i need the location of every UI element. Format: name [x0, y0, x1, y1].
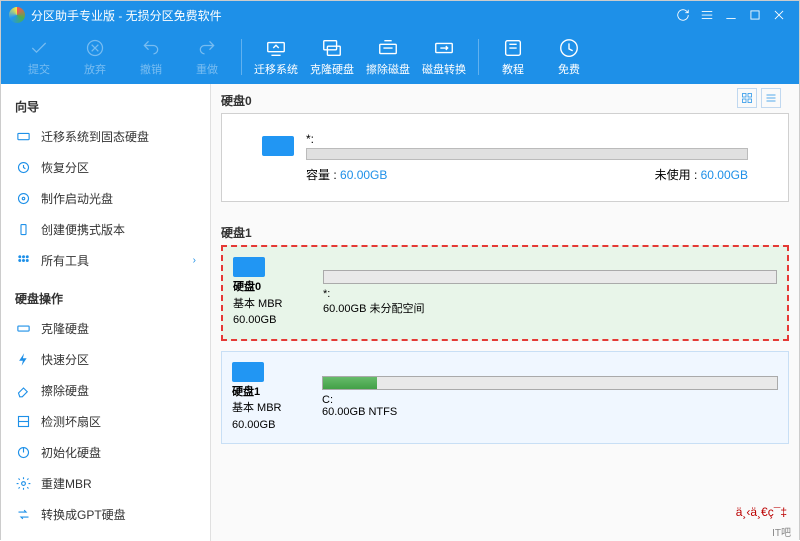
capacity-value: 60.00GB — [340, 168, 387, 182]
submit-button[interactable]: 提交 — [11, 33, 67, 81]
wipe-disk-button[interactable]: 擦除磁盘 — [360, 33, 416, 81]
grid-icon — [15, 253, 31, 269]
tutorial-button[interactable]: 教程 — [485, 33, 541, 81]
undo-button[interactable]: 撤销 — [123, 33, 179, 81]
main-panel: 硬盘0 *: 容量 : 60.00GB 未使用 : 60.00GB 硬盘1 硬盘… — [211, 84, 799, 541]
sidebar-rebuild-mbr[interactable]: 重建MBR — [1, 468, 210, 499]
sidebar-init-disk[interactable]: 初始化硬盘 — [1, 437, 210, 468]
partition-bar[interactable] — [323, 270, 777, 284]
clone-disk-button[interactable]: 克隆硬盘 — [304, 33, 360, 81]
gear-icon — [15, 476, 31, 492]
footer-garbled-text: ä¸‹ä¸€ç¯‡ — [736, 505, 787, 519]
view-grid-icon[interactable] — [737, 88, 757, 108]
sidebar: 向导 迁移系统到固态硬盘 恢复分区 制作启动光盘 创建便携式版本 所有工具› 硬… — [1, 84, 211, 541]
free-label: 未使用 : — [655, 168, 698, 182]
free-button[interactable]: 免费 — [541, 33, 597, 81]
sidebar-ops-heading: 硬盘操作 — [1, 284, 210, 313]
disk-card[interactable]: 硬盘1基本 MBR60.00GB C:60.00GB NTFS — [221, 351, 789, 445]
recover-icon — [15, 160, 31, 176]
sidebar-check-badsector[interactable]: 检测坏扇区 — [1, 406, 210, 437]
summary-drive-letter: *: — [306, 132, 748, 146]
bolt-icon — [15, 352, 31, 368]
sidebar-quick-partition[interactable]: 快速分区 — [1, 344, 210, 375]
partition-label: *: — [323, 288, 330, 300]
disk0-heading: 硬盘0 — [221, 88, 789, 113]
disk-type: 基本 MBR — [232, 400, 282, 417]
sidebar-convert-gpt[interactable]: 转换成GPT硬盘 — [1, 499, 210, 530]
view-list-icon[interactable] — [761, 88, 781, 108]
power-icon — [15, 445, 31, 461]
sidebar-portable[interactable]: 创建便携式版本 — [1, 214, 210, 245]
partition-bar[interactable] — [322, 376, 778, 390]
partition-desc: 60.00GB NTFS — [322, 406, 778, 418]
migrate-system-button[interactable]: 迁移系统 — [248, 33, 304, 81]
disk-size: 60.00GB — [233, 312, 276, 329]
disk-type: 基本 MBR — [233, 296, 283, 313]
chevron-right-icon: › — [193, 255, 196, 266]
disk0-summary: *: 容量 : 60.00GB 未使用 : 60.00GB — [221, 113, 789, 202]
convert-icon — [15, 507, 31, 523]
menu-icon[interactable] — [695, 5, 719, 25]
sidebar-wizard-heading: 向导 — [1, 92, 210, 121]
maximize-icon[interactable] — [743, 5, 767, 25]
disc-icon — [15, 191, 31, 207]
drive-icon — [232, 362, 264, 382]
disk-convert-button[interactable]: 磁盘转换 — [416, 33, 472, 81]
redo-button[interactable]: 重做 — [179, 33, 235, 81]
partition-label: C: — [322, 394, 333, 406]
sidebar-make-bootdisc[interactable]: 制作启动光盘 — [1, 183, 210, 214]
drive-icon — [233, 257, 265, 277]
disk-name: 硬盘1 — [232, 384, 260, 401]
usb-icon — [15, 222, 31, 238]
app-logo-icon — [9, 7, 25, 23]
disk-name: 硬盘0 — [233, 279, 261, 296]
sidebar-clone-disk[interactable]: 克隆硬盘 — [1, 313, 210, 344]
sidebar-recover-partition[interactable]: 恢复分区 — [1, 152, 210, 183]
sidebar-migrate-ssd[interactable]: 迁移系统到固态硬盘 — [1, 121, 210, 152]
usage-bar — [306, 148, 748, 160]
minimize-icon[interactable] — [719, 5, 743, 25]
free-value: 60.00GB — [701, 168, 748, 182]
refresh-icon[interactable] — [671, 5, 695, 25]
disk-size: 60.00GB — [232, 417, 275, 434]
disk-card[interactable]: 硬盘0基本 MBR60.00GB *:60.00GB 未分配空间 — [221, 245, 789, 341]
sidebar-all-tools[interactable]: 所有工具› — [1, 245, 210, 276]
eraser-icon — [15, 383, 31, 399]
drive-icon — [262, 136, 294, 156]
title-bar: 分区助手专业版 - 无损分区免费软件 — [1, 1, 799, 29]
toolbar: 提交 放弃 撤销 重做 迁移系统 克隆硬盘 擦除磁盘 磁盘转换 教程 免费 — [1, 29, 799, 84]
scan-icon — [15, 414, 31, 430]
drive-icon — [15, 321, 31, 337]
ssd-icon — [15, 129, 31, 145]
app-title: 分区助手专业版 - 无损分区免费软件 — [31, 7, 222, 24]
disk1-heading: 硬盘1 — [221, 220, 789, 245]
close-icon[interactable] — [767, 5, 791, 25]
discard-button[interactable]: 放弃 — [67, 33, 123, 81]
capacity-label: 容量 : — [306, 168, 337, 182]
partition-desc: 60.00GB 未分配空间 — [323, 300, 777, 316]
sidebar-wipe-disk[interactable]: 擦除硬盘 — [1, 375, 210, 406]
watermark: IT吧 — [772, 524, 791, 539]
